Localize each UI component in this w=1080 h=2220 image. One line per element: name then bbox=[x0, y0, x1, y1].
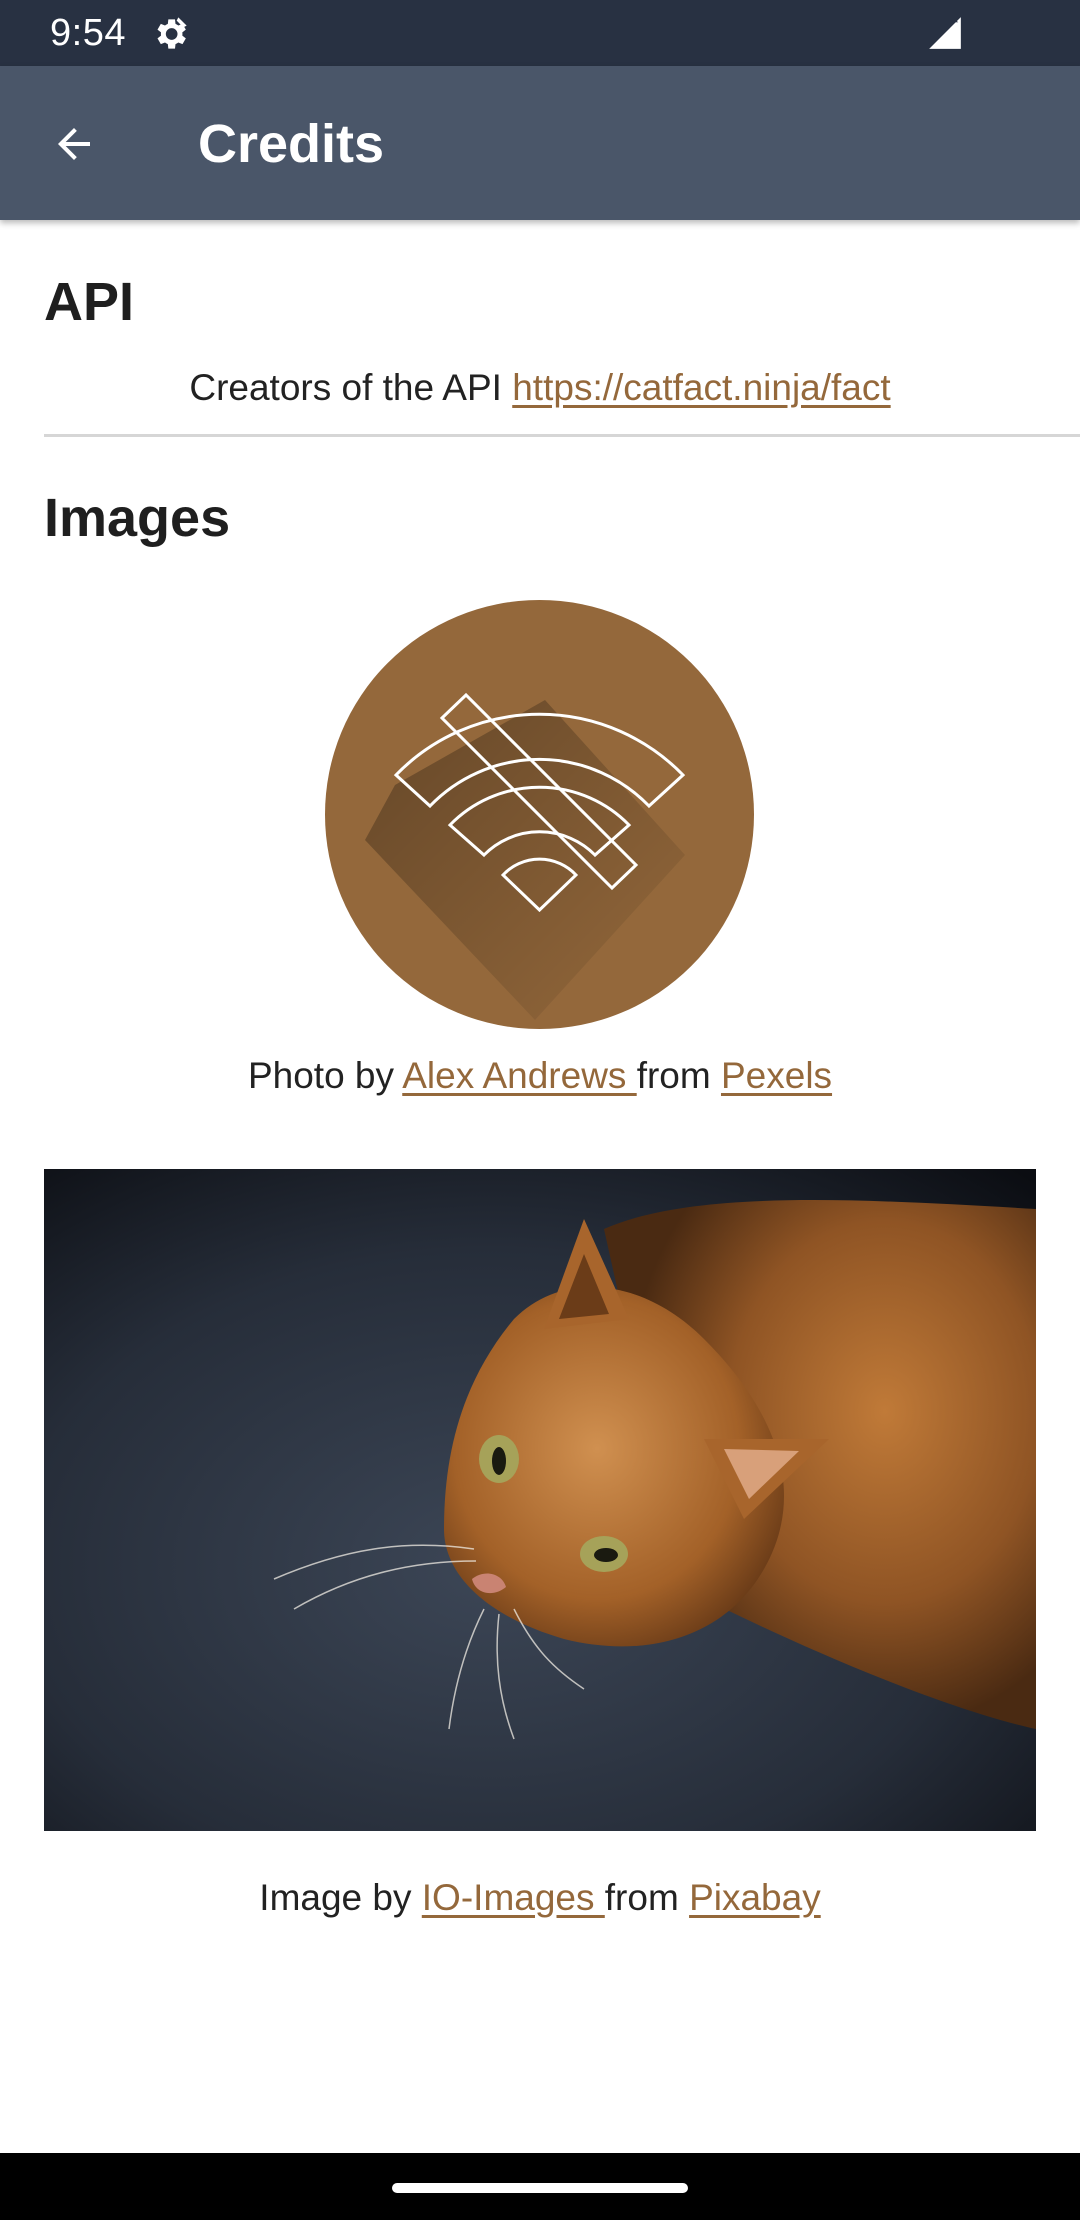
pexels-link[interactable]: Pexels bbox=[721, 1055, 832, 1096]
signal-icon bbox=[929, 17, 961, 49]
page-title: Credits bbox=[198, 114, 385, 174]
photo-credit-prefix: Image by bbox=[259, 1877, 422, 1918]
cat-photo bbox=[44, 1169, 1036, 1831]
pixabay-link[interactable]: Pixabay bbox=[689, 1877, 821, 1918]
photo-credit-line: Image by IO-Images from Pixabay bbox=[0, 1876, 1080, 1920]
api-link[interactable]: https://catfact.ninja/fact bbox=[512, 367, 890, 408]
settings-icon bbox=[157, 17, 187, 49]
logo-credit-from: from bbox=[636, 1055, 721, 1096]
status-bar: 9:54 bbox=[0, 0, 1080, 66]
alex-andrews-link[interactable]: Alex Andrews bbox=[402, 1055, 636, 1096]
app-bar: Credits bbox=[0, 66, 1080, 220]
images-heading: Images bbox=[44, 488, 231, 548]
api-credit-line: Creators of the API https://catfact.ninj… bbox=[0, 366, 1080, 410]
no-wifi-logo-image bbox=[325, 600, 754, 1029]
system-navigation-bar bbox=[0, 2153, 1080, 2220]
arrow-back-icon bbox=[58, 128, 90, 160]
section-divider bbox=[44, 434, 1080, 437]
api-credit-text: Creators of the API bbox=[189, 367, 513, 408]
photo-credit-from: from bbox=[604, 1877, 690, 1918]
logo-credit-line: Photo by Alex Andrews from Pexels bbox=[0, 1054, 1080, 1098]
status-time: 9:54 bbox=[50, 12, 126, 54]
cat-photo-illustration bbox=[44, 1169, 1036, 1831]
logo-credit-prefix: Photo by bbox=[247, 1055, 403, 1096]
home-gesture-handle[interactable] bbox=[392, 2183, 688, 2193]
back-button[interactable] bbox=[30, 100, 118, 188]
api-heading: API bbox=[44, 272, 135, 332]
io-images-link[interactable]: IO-Images bbox=[422, 1877, 605, 1918]
